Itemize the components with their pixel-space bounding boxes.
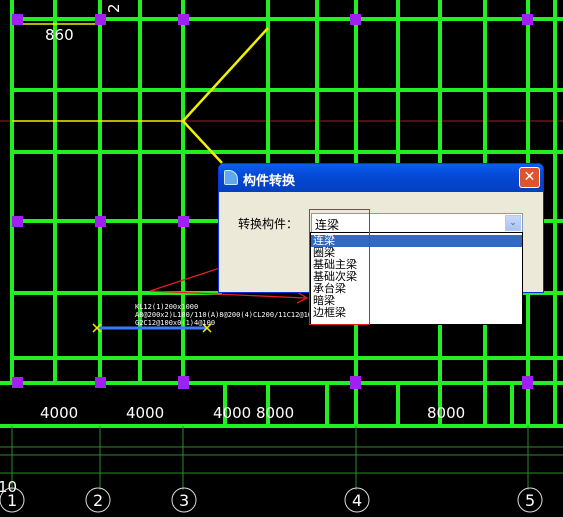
option-an-liang[interactable]: 暗梁 bbox=[311, 295, 522, 307]
chevron-down-icon[interactable]: ⌄ bbox=[505, 215, 521, 231]
convert-component-select[interactable]: 连梁 ⌄ bbox=[311, 213, 523, 233]
axis-label-5: 5 bbox=[525, 491, 535, 510]
dialog-titlebar[interactable]: 构件转换 ✕ bbox=[219, 164, 543, 192]
axis-bubbles bbox=[0, 487, 543, 513]
dim-bottom-3: 4000 bbox=[213, 404, 251, 422]
top-vertical-text: 2 bbox=[105, 3, 123, 13]
close-button[interactable]: ✕ bbox=[519, 167, 540, 188]
beam-annotation-line-1: KL12(1)200x1000 bbox=[135, 303, 198, 311]
axis-label-3: 3 bbox=[179, 491, 189, 510]
convert-component-label: 转换构件： bbox=[238, 217, 299, 231]
option-biankuang-liang[interactable]: 边框梁 bbox=[311, 307, 522, 319]
component-dropdown-list: 连梁 圈梁 基础主梁 基础次梁 承台梁 暗梁 边框梁 bbox=[310, 232, 523, 325]
axis-label-1: 1 bbox=[7, 491, 17, 510]
beam-annotation-line-2: A8@200x2)L100/110(A)8@200(4)CL200/11C12@… bbox=[135, 311, 316, 319]
combo-value: 连梁 bbox=[315, 218, 340, 232]
app-icon bbox=[224, 170, 238, 185]
close-icon: ✕ bbox=[523, 169, 536, 185]
option-chengtai-liang[interactable]: 承台梁 bbox=[311, 283, 522, 295]
axis-label-2: 2 bbox=[93, 491, 103, 510]
dim-bottom-5: 8000 bbox=[427, 404, 465, 422]
option-jichu-zhuliang[interactable]: 基础主梁 bbox=[311, 259, 522, 271]
dim-bottom-4: 8000 bbox=[256, 404, 294, 422]
dim-bottom-1: 4000 bbox=[40, 404, 78, 422]
dialog-title: 构件转换 bbox=[243, 174, 296, 189]
beam-annotation-line-3: G2C12@100x0(1)4@100 bbox=[135, 319, 215, 327]
option-quan-liang[interactable]: 圈梁 bbox=[311, 247, 522, 259]
grid-axes bbox=[0, 426, 563, 490]
axis-label-4: 4 bbox=[352, 491, 362, 510]
option-lian-liang[interactable]: 连梁 bbox=[311, 235, 522, 247]
dim-bottom-2: 4000 bbox=[126, 404, 164, 422]
dim-top: 860 bbox=[45, 26, 74, 44]
option-jichu-ciliang[interactable]: 基础次梁 bbox=[311, 271, 522, 283]
